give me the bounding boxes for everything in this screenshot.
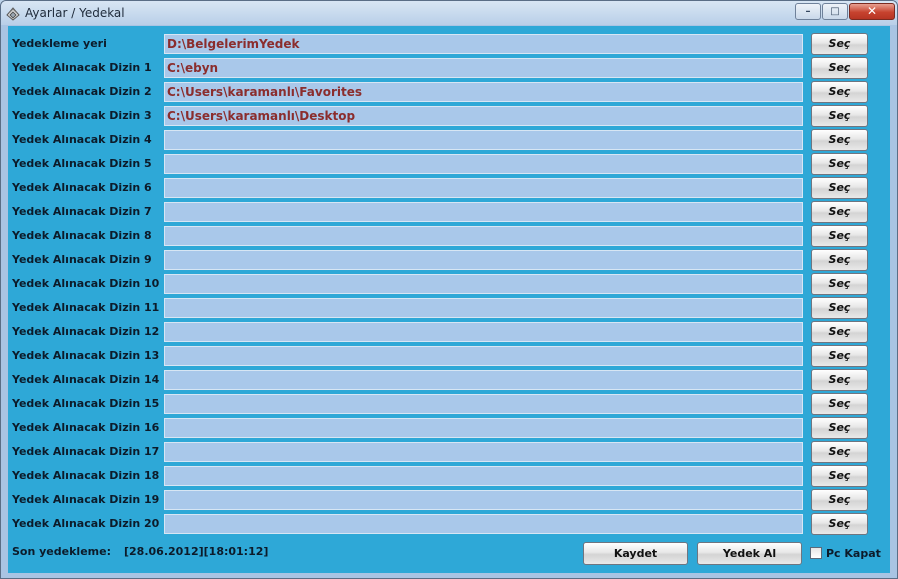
source-dir-label: Yedek Alınacak Dizin 19 bbox=[12, 493, 160, 506]
backup-location-field[interactable]: D:\BelgelerimYedek bbox=[164, 34, 803, 54]
source-dir-field[interactable] bbox=[164, 466, 803, 486]
source-dir-label: Yedek Alınacak Dizin 15 bbox=[12, 397, 160, 410]
browse-button[interactable]: Seç bbox=[811, 513, 868, 535]
browse-button[interactable]: Seç bbox=[811, 417, 868, 439]
source-dir-label: Yedek Alınacak Dizin 2 bbox=[12, 85, 152, 98]
source-dir-field[interactable] bbox=[164, 202, 803, 222]
shutdown-label: Pc Kapat bbox=[826, 547, 881, 560]
title-bar[interactable]: Ayarlar / Yedekal – □ ✕ bbox=[1, 1, 897, 25]
browse-button[interactable]: Seç bbox=[811, 33, 868, 55]
browse-button[interactable]: Seç bbox=[811, 321, 868, 343]
settings-window: Ayarlar / Yedekal – □ ✕ Yedekleme yeri D:… bbox=[0, 0, 898, 579]
source-dir-label: Yedek Alınacak Dizin 13 bbox=[12, 349, 160, 362]
browse-button[interactable]: Seç bbox=[811, 441, 868, 463]
close-button[interactable]: ✕ bbox=[849, 3, 895, 20]
browse-button[interactable]: Seç bbox=[811, 177, 868, 199]
source-dir-field[interactable] bbox=[164, 418, 803, 438]
browse-button[interactable]: Seç bbox=[811, 129, 868, 151]
source-dir-field[interactable] bbox=[164, 250, 803, 270]
browse-button[interactable]: Seç bbox=[811, 393, 868, 415]
save-button[interactable]: Kaydet bbox=[583, 542, 688, 565]
maximize-button[interactable]: □ bbox=[822, 3, 848, 20]
app-icon bbox=[6, 7, 20, 21]
source-dir-field[interactable] bbox=[164, 394, 803, 414]
browse-button[interactable]: Seç bbox=[811, 489, 868, 511]
source-dir-label: Yedek Alınacak Dizin 17 bbox=[12, 445, 160, 458]
browse-button[interactable]: Seç bbox=[811, 345, 868, 367]
source-dir-label: Yedek Alınacak Dizin 5 bbox=[12, 157, 152, 170]
source-dir-field[interactable] bbox=[164, 322, 803, 342]
browse-button[interactable]: Seç bbox=[811, 105, 868, 127]
source-dir-label: Yedek Alınacak Dizin 10 bbox=[12, 277, 160, 290]
source-dir-label: Yedek Alınacak Dizin 18 bbox=[12, 469, 160, 482]
backup-location-label: Yedekleme yeri bbox=[12, 37, 107, 50]
source-dir-field[interactable] bbox=[164, 154, 803, 174]
browse-button[interactable]: Seç bbox=[811, 201, 868, 223]
browse-button[interactable]: Seç bbox=[811, 153, 868, 175]
browse-button[interactable]: Seç bbox=[811, 225, 868, 247]
source-dir-field[interactable] bbox=[164, 370, 803, 390]
source-dir-label: Yedek Alınacak Dizin 3 bbox=[12, 109, 152, 122]
browse-button[interactable]: Seç bbox=[811, 369, 868, 391]
source-dir-label: Yedek Alınacak Dizin 20 bbox=[12, 517, 160, 530]
source-dir-field[interactable]: C:\Users\karamanlı\Desktop bbox=[164, 106, 803, 126]
source-dir-label: Yedek Alınacak Dizin 7 bbox=[12, 205, 152, 218]
source-dir-label: Yedek Alınacak Dizin 9 bbox=[12, 253, 152, 266]
source-dir-label: Yedek Alınacak Dizin 6 bbox=[12, 181, 152, 194]
source-dir-field[interactable] bbox=[164, 274, 803, 294]
source-dir-label: Yedek Alınacak Dizin 4 bbox=[12, 133, 152, 146]
browse-button[interactable]: Seç bbox=[811, 465, 868, 487]
window-title: Ayarlar / Yedekal bbox=[25, 6, 125, 20]
source-dir-field[interactable] bbox=[164, 442, 803, 462]
source-dir-field[interactable] bbox=[164, 130, 803, 150]
source-dir-label: Yedek Alınacak Dizin 12 bbox=[12, 325, 160, 338]
source-dir-field[interactable] bbox=[164, 514, 803, 534]
form-area: Yedekleme yeri D:\BelgelerimYedek Seç Yedek… bbox=[8, 26, 890, 573]
shutdown-checkbox[interactable] bbox=[810, 547, 822, 559]
source-dir-label: Yedek Alınacak Dizin 14 bbox=[12, 373, 160, 386]
minimize-button[interactable]: – bbox=[795, 3, 821, 20]
source-dir-field[interactable] bbox=[164, 298, 803, 318]
source-dir-field[interactable] bbox=[164, 490, 803, 510]
last-backup-label: Son yedekleme: bbox=[12, 545, 111, 558]
browse-button[interactable]: Seç bbox=[811, 57, 868, 79]
source-dir-field[interactable]: C:\Users\karamanlı\Favorites bbox=[164, 82, 803, 102]
source-dir-field[interactable] bbox=[164, 226, 803, 246]
source-dir-label: Yedek Alınacak Dizin 16 bbox=[12, 421, 160, 434]
source-dir-field[interactable]: C:\ebyn bbox=[164, 58, 803, 78]
source-dir-field[interactable] bbox=[164, 346, 803, 366]
last-backup-value: [28.06.2012][18:01:12] bbox=[124, 545, 269, 558]
backup-button[interactable]: Yedek Al bbox=[697, 542, 802, 565]
browse-button[interactable]: Seç bbox=[811, 297, 868, 319]
browse-button[interactable]: Seç bbox=[811, 273, 868, 295]
source-dir-label: Yedek Alınacak Dizin 11 bbox=[12, 301, 160, 314]
source-dir-label: Yedek Alınacak Dizin 8 bbox=[12, 229, 152, 242]
browse-button[interactable]: Seç bbox=[811, 249, 868, 271]
source-dir-field[interactable] bbox=[164, 178, 803, 198]
browse-button[interactable]: Seç bbox=[811, 81, 868, 103]
source-dir-label: Yedek Alınacak Dizin 1 bbox=[12, 61, 152, 74]
